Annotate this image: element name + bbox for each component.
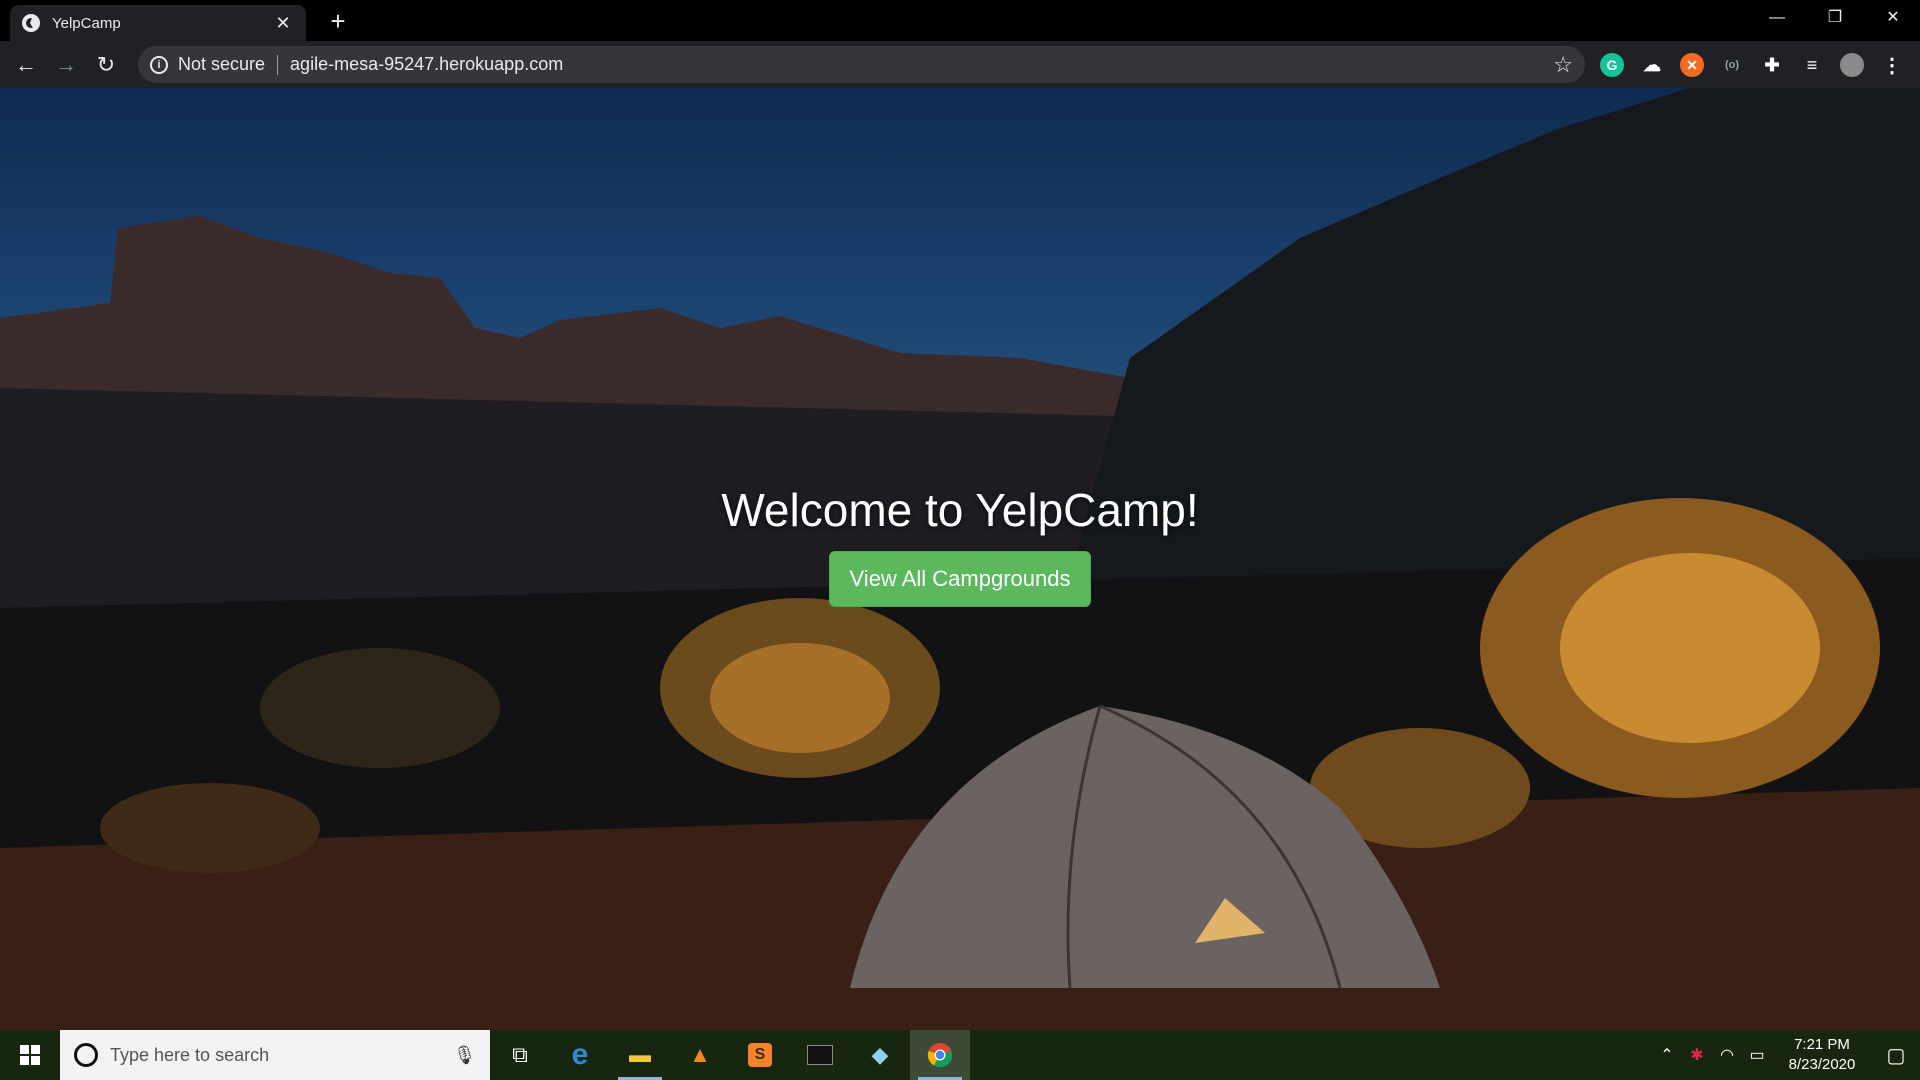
notifications-icon[interactable]: ▢ bbox=[1872, 1043, 1920, 1068]
clock-time: 7:21 PM bbox=[1794, 1036, 1850, 1053]
shrub-center-highlight bbox=[710, 643, 890, 753]
welcome-heading: Welcome to YelpCamp! bbox=[721, 484, 1199, 536]
sublime-glyph: S bbox=[748, 1043, 772, 1067]
bookmark-star-icon[interactable]: ☆ bbox=[1553, 52, 1573, 78]
view-all-campgrounds-button[interactable]: View All Campgrounds bbox=[828, 551, 1092, 607]
globe-icon bbox=[22, 14, 40, 32]
menu-dots-icon[interactable]: ⋮ bbox=[1880, 53, 1904, 77]
sublime-text-icon[interactable]: S bbox=[730, 1030, 790, 1080]
info-icon[interactable]: i bbox=[150, 55, 168, 74]
start-button[interactable] bbox=[0, 1030, 60, 1080]
chrome-icon[interactable] bbox=[910, 1030, 970, 1080]
windows-taskbar: Type here to search 🎙 ⧉ e ▬ ▲ S ◆ ⌃ ✱ ◠ … bbox=[0, 1030, 1920, 1080]
windows-logo-icon bbox=[20, 1045, 40, 1065]
app-tray-icon[interactable]: ✱ bbox=[1682, 1045, 1712, 1065]
hero-section: Welcome to YelpCamp! View All Campground… bbox=[0, 483, 1920, 607]
clock[interactable]: 7:21 PM 8/23/2020 bbox=[1772, 1035, 1872, 1075]
terminal-glyph bbox=[807, 1045, 833, 1065]
url-text[interactable]: agile-mesa-95247.herokuapp.com bbox=[290, 54, 1553, 75]
cloud-extension-icon[interactable]: ☁ bbox=[1640, 53, 1664, 77]
orange-extension-icon[interactable]: ✕ bbox=[1680, 53, 1704, 77]
notepad-icon[interactable]: ◆ bbox=[850, 1030, 910, 1080]
clock-date: 8/23/2020 bbox=[1788, 1056, 1856, 1073]
restore-button[interactable]: ❐ bbox=[1806, 0, 1864, 36]
shrub-left-low bbox=[100, 783, 320, 873]
browser-tab[interactable]: YelpCamp ✕ bbox=[10, 5, 306, 41]
media-queue-icon[interactable]: ≡ bbox=[1800, 53, 1824, 77]
omnibox-divider bbox=[277, 54, 279, 75]
shrub-left bbox=[260, 648, 500, 768]
tab-close-icon[interactable]: ✕ bbox=[272, 13, 294, 34]
chrome-logo-icon bbox=[927, 1043, 953, 1068]
file-explorer-icon[interactable]: ▬ bbox=[610, 1030, 670, 1080]
forward-button[interactable]: → bbox=[46, 45, 86, 85]
close-window-button[interactable]: ✕ bbox=[1864, 0, 1920, 36]
taskbar-search-box[interactable]: Type here to search 🎙 bbox=[60, 1030, 490, 1080]
minimize-button[interactable]: — bbox=[1748, 0, 1806, 36]
landing-page-background: Welcome to YelpCamp! View All Campground… bbox=[0, 88, 1920, 1030]
tab-title: YelpCamp bbox=[52, 14, 121, 32]
vlc-icon[interactable]: ▲ bbox=[670, 1030, 730, 1080]
back-button[interactable]: ← bbox=[6, 45, 46, 85]
cortana-icon bbox=[74, 1043, 98, 1067]
address-bar[interactable]: i Not secure agile-mesa-95247.herokuapp.… bbox=[138, 46, 1585, 83]
security-label[interactable]: Not secure bbox=[178, 54, 265, 75]
task-view-icon[interactable]: ⧉ bbox=[490, 1030, 550, 1080]
system-tray: ⌃ ✱ ◠ ▭ 7:21 PM 8/23/2020 ▢ bbox=[1652, 1030, 1920, 1080]
profile-avatar[interactable] bbox=[1840, 53, 1864, 77]
inactive-extension-icon[interactable]: (o) bbox=[1720, 53, 1744, 77]
reload-button[interactable]: ↻ bbox=[86, 45, 126, 85]
search-placeholder[interactable]: Type here to search bbox=[110, 1045, 453, 1066]
extensions-puzzle-icon[interactable]: ✚ bbox=[1760, 53, 1784, 77]
battery-icon[interactable]: ▭ bbox=[1742, 1045, 1772, 1065]
edge-icon[interactable]: e bbox=[550, 1030, 610, 1080]
new-tab-button[interactable]: + bbox=[324, 7, 352, 35]
microphone-icon[interactable]: 🎙 bbox=[453, 1045, 476, 1066]
grammarly-extension-icon[interactable]: G bbox=[1600, 53, 1624, 77]
screen: YelpCamp ✕ + — ❐ ✕ ← → ↻ i Not secure ag… bbox=[0, 0, 1920, 1080]
wifi-icon[interactable]: ◠ bbox=[1712, 1045, 1742, 1065]
terminal-icon[interactable] bbox=[790, 1030, 850, 1080]
tab-strip: YelpCamp ✕ + — ❐ ✕ bbox=[0, 0, 1920, 41]
show-hidden-icons-chevron-icon[interactable]: ⌃ bbox=[1652, 1045, 1682, 1065]
browser-toolbar: ← → ↻ i Not secure agile-mesa-95247.hero… bbox=[0, 41, 1920, 88]
